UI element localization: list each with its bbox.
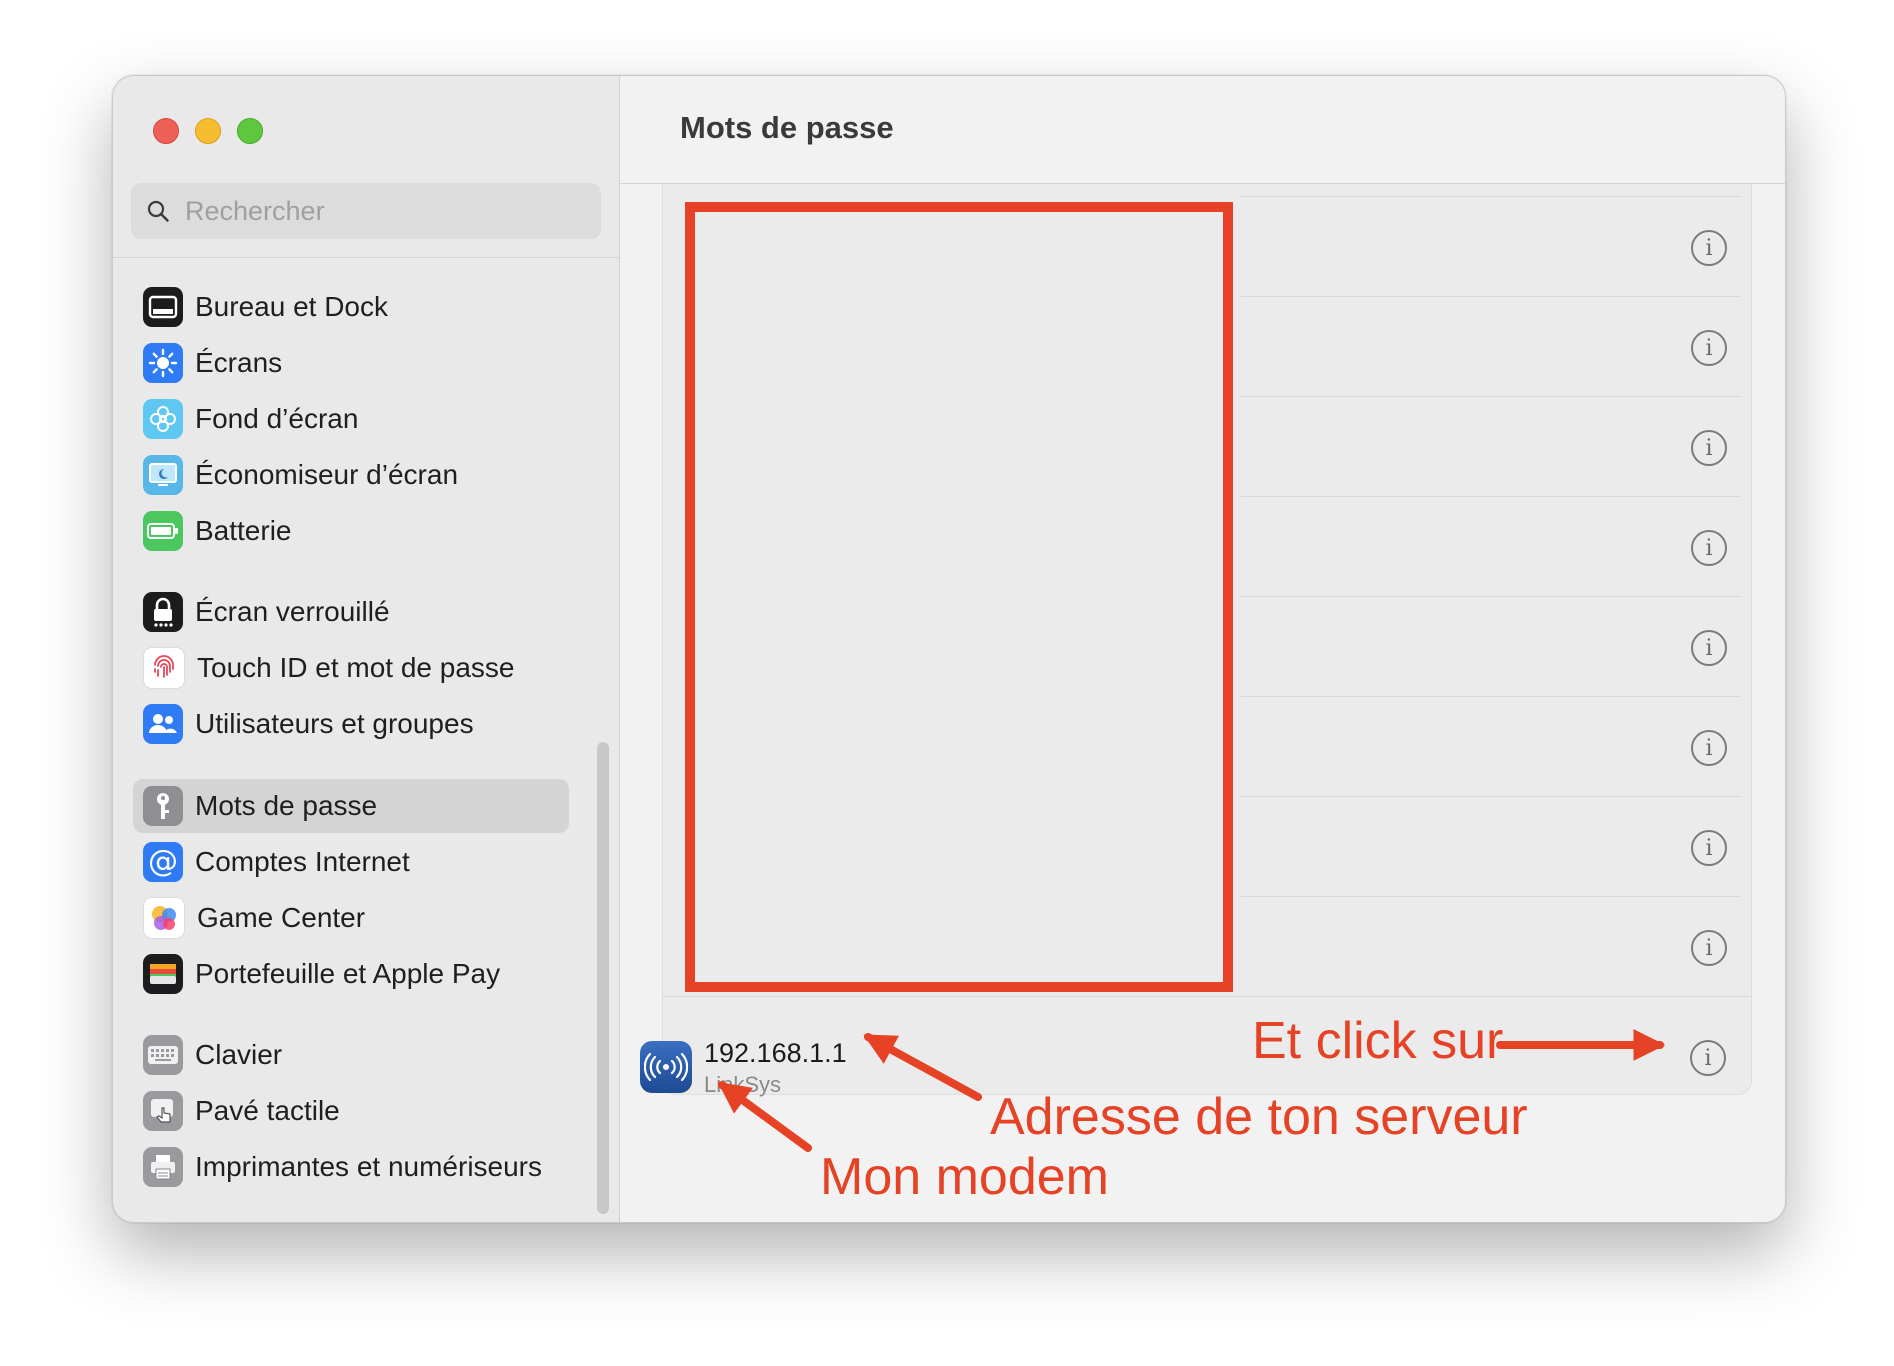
sidebar: Bureau et Dock Écrans Fond d’écran Écono… [113,76,620,1222]
flower-icon [143,399,183,439]
brightness-icon [143,343,183,383]
key-icon [143,786,183,826]
password-entry-title: 192.168.1.1 [704,1038,847,1068]
row-divider [1241,896,1741,897]
search-field[interactable] [131,183,601,239]
search-input[interactable] [185,195,565,227]
row-divider [1241,196,1741,197]
info-icon[interactable]: i [1691,430,1727,466]
sidebar-item-pave-tactile[interactable]: Pavé tactile [133,1084,569,1138]
sidebar-item-comptes-internet[interactable]: @ Comptes Internet [133,835,569,889]
at-icon: @ [143,842,183,882]
sidebar-item-label: Économiseur d’écran [195,459,459,490]
annotation-server: Adresse de ton serveur [990,1088,1528,1146]
sidebar-item-touch-id[interactable]: Touch ID et mot de passe [133,641,569,695]
zoom-button[interactable] [237,118,263,144]
row-divider [1241,496,1741,497]
sidebar-item-label: Écran verrouillé [195,596,390,627]
fingerprint-icon [143,647,185,689]
annotation-modem: Mon modem [820,1148,1109,1206]
password-list: i i i i i i i i [662,184,1752,1095]
battery-icon [143,511,183,551]
sidebar-item-ecrans[interactable]: Écrans [133,336,569,390]
sidebar-item-label: Utilisateurs et groupes [195,708,474,739]
users-icon [143,704,183,744]
sidebar-item-batterie[interactable]: Batterie [133,504,569,558]
sidebar-item-label: Clavier [195,1039,283,1070]
dock-icon [143,287,183,327]
wallet-icon [143,954,183,994]
keyboard-icon [143,1035,183,1075]
passwords-pane: i i i i i i i i 192.168.1.1 LinkSys i ? [620,184,1785,1222]
close-button[interactable] [153,118,179,144]
sidebar-item-clavier[interactable]: Clavier [133,1028,569,1082]
row-divider [1241,296,1741,297]
row-divider [1241,796,1741,797]
sidebar-item-label: Touch ID et mot de passe [197,652,515,683]
sidebar-item-game-center[interactable]: Game Center [133,891,569,945]
sidebar-item-imprimantes[interactable]: Imprimantes et numériseurs [133,1140,569,1194]
info-icon[interactable]: i [1691,730,1727,766]
row-divider [1241,596,1741,597]
row-divider [1241,396,1741,397]
wifi-modem-icon [640,1041,692,1093]
sidebar-divider [113,257,619,258]
annotation-click: Et click sur [1252,1012,1504,1070]
row-divider [663,996,1751,997]
window-controls [153,118,263,144]
toolbar: Mots de passe [620,76,1785,184]
sidebar-item-portefeuille[interactable]: Portefeuille et Apple Pay [133,947,569,1001]
info-icon[interactable]: i [1691,230,1727,266]
minimize-button[interactable] [195,118,221,144]
sidebar-item-label: Imprimantes et numériseurs [195,1151,543,1182]
info-icon[interactable]: i [1691,630,1727,666]
sidebar-item-label: Portefeuille et Apple Pay [195,958,501,989]
sidebar-item-ecran-verrouille[interactable]: Écran verrouillé [133,585,569,639]
game-center-icon [143,897,185,939]
sidebar-item-label: Fond d’écran [195,403,359,434]
sidebar-item-fond-decran[interactable]: Fond d’écran [133,392,569,446]
info-icon[interactable]: i [1691,330,1727,366]
sidebar-item-label: Pavé tactile [195,1095,340,1126]
lock-icon [143,592,183,632]
sidebar-item-label: Bureau et Dock [195,291,388,322]
info-icon[interactable]: i [1691,930,1727,966]
entry-info-icon[interactable]: i [1690,1040,1726,1076]
sidebar-item-utilisateurs[interactable]: Utilisateurs et groupes [133,697,569,751]
trackpad-icon [143,1091,183,1131]
sidebar-item-mots-de-passe[interactable]: Mots de passe [133,779,569,833]
row-divider [1241,696,1741,697]
sidebar-scrollbar[interactable] [597,742,609,1214]
sidebar-item-label: Game Center [197,902,366,933]
info-icon[interactable]: i [1691,530,1727,566]
sidebar-item-label: Mots de passe [195,790,378,821]
redaction-box [685,202,1233,992]
info-icon[interactable]: i [1691,830,1727,866]
password-entry-subtitle: LinkSys [704,1072,782,1097]
sidebar-item-economiseur[interactable]: Économiseur d’écran [133,448,569,502]
search-icon [147,200,169,222]
sidebar-item-label: Écrans [195,347,283,378]
printer-icon [143,1147,183,1187]
sidebar-item-label: Comptes Internet [195,846,410,877]
sidebar-item-bureau-et-dock[interactable]: Bureau et Dock [133,280,569,334]
page-title: Mots de passe [680,110,894,145]
screensaver-icon [143,455,183,495]
settings-window: Bureau et Dock Écrans Fond d’écran Écono… [112,75,1786,1223]
sidebar-item-label: Batterie [195,515,292,546]
